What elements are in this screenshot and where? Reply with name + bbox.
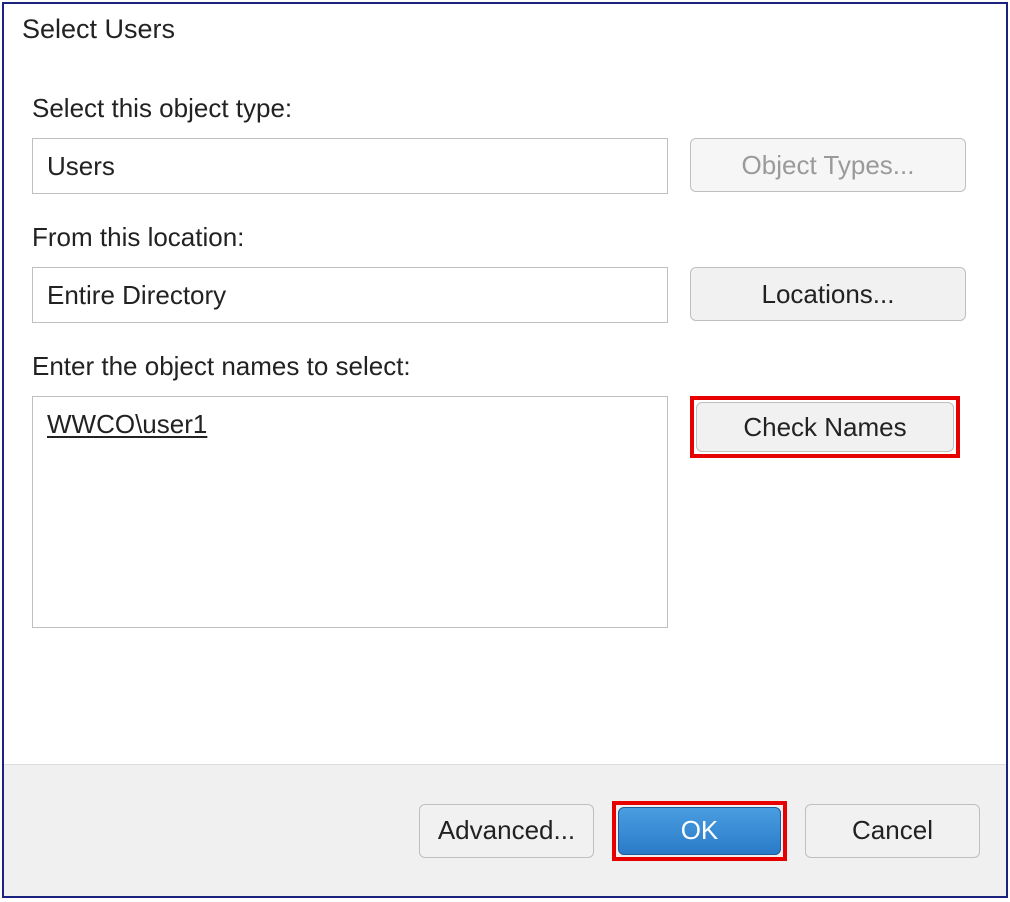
- advanced-button[interactable]: Advanced...: [419, 804, 594, 858]
- object-names-label: Enter the object names to select:: [32, 351, 982, 382]
- object-types-button[interactable]: Object Types...: [690, 138, 966, 192]
- check-names-highlight: Check Names: [690, 396, 960, 458]
- ok-button[interactable]: OK: [618, 807, 781, 855]
- check-names-button[interactable]: Check Names: [696, 402, 954, 452]
- object-type-section: Select this object type: Users Object Ty…: [32, 65, 982, 194]
- location-label: From this location:: [32, 222, 982, 253]
- location-field: Entire Directory: [32, 267, 668, 323]
- dialog-title: Select Users: [4, 4, 1006, 49]
- dialog-footer: Advanced... OK Cancel: [4, 764, 1006, 896]
- object-type-field: Users: [32, 138, 668, 194]
- resolved-user-name: WWCO\user1: [47, 409, 207, 439]
- location-value: Entire Directory: [47, 280, 226, 311]
- ok-button-highlight: OK: [612, 801, 787, 861]
- location-section: From this location: Entire Directory Loc…: [32, 194, 982, 323]
- object-names-section: Enter the object names to select: WWCO\u…: [32, 323, 982, 628]
- locations-button[interactable]: Locations...: [690, 267, 966, 321]
- object-type-label: Select this object type:: [32, 93, 982, 124]
- cancel-button[interactable]: Cancel: [805, 804, 980, 858]
- object-type-value: Users: [47, 151, 115, 182]
- dialog-content: Select this object type: Users Object Ty…: [4, 49, 1006, 764]
- object-names-input[interactable]: WWCO\user1: [32, 396, 668, 628]
- select-users-dialog: Select Users Select this object type: Us…: [2, 2, 1008, 898]
